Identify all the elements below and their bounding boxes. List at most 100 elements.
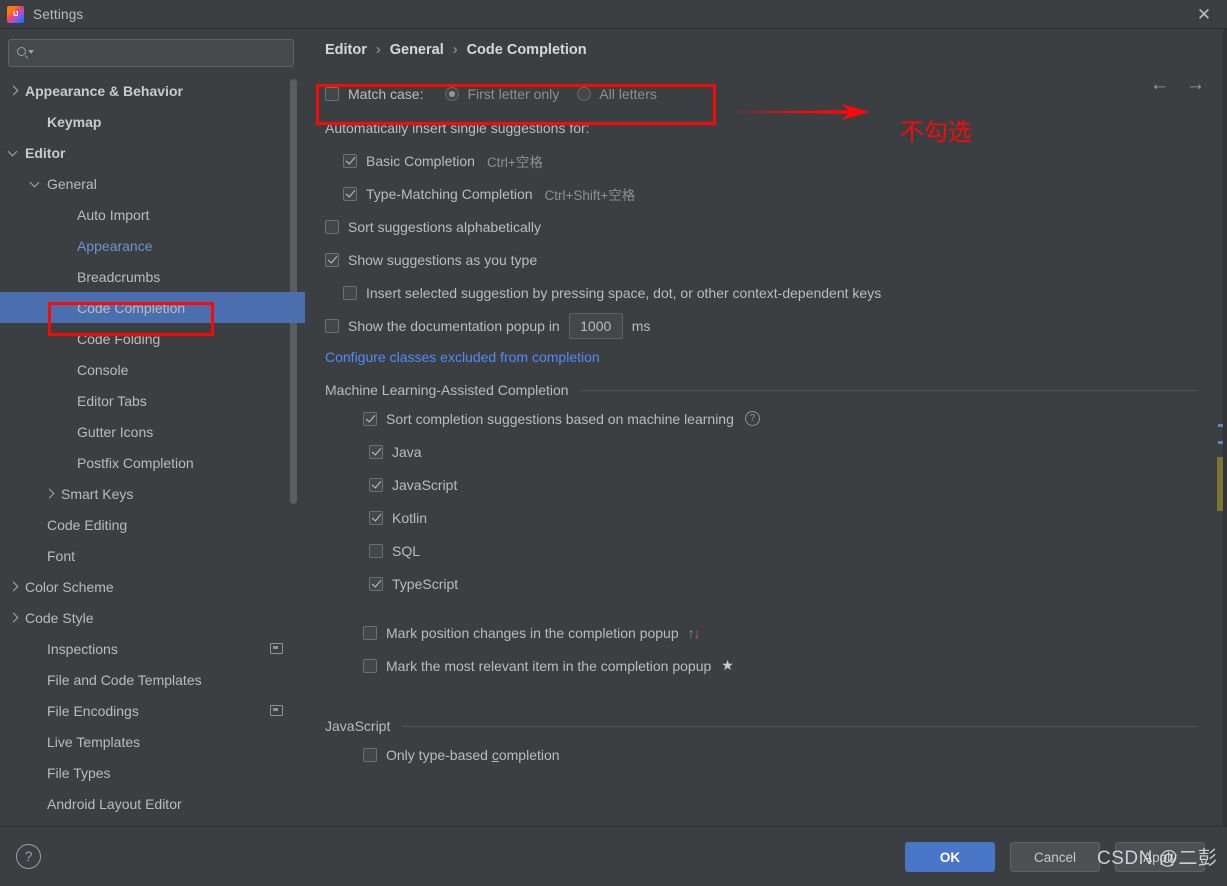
sidebar-item-file-types[interactable]: File Types: [0, 757, 305, 788]
sidebar-item-code-completion[interactable]: Code Completion: [0, 292, 305, 323]
doc-popup-label: Show the documentation popup in: [348, 317, 560, 334]
sidebar-item-appearance-behavior[interactable]: Appearance & Behavior: [0, 75, 305, 106]
sidebar-item-console[interactable]: Console: [0, 354, 305, 385]
chevron-down-icon[interactable]: [8, 147, 19, 158]
search-icon: [17, 46, 34, 60]
sidebar-item-live-templates[interactable]: Live Templates: [0, 726, 305, 757]
sidebar-item-label: Inspections: [47, 640, 118, 657]
sidebar-item-appearance[interactable]: Appearance: [0, 230, 305, 261]
ml-sort-checkbox[interactable]: [363, 411, 377, 426]
sidebar-item-code-folding[interactable]: Code Folding: [0, 323, 305, 354]
help-circle-icon[interactable]: ?: [744, 411, 760, 426]
sidebar-item-label: Live Templates: [47, 733, 141, 750]
chevron-right-icon[interactable]: [8, 85, 19, 96]
sidebar-item-general[interactable]: General: [0, 168, 305, 199]
sort-alphabetically-checkbox[interactable]: [325, 219, 339, 234]
doc-popup-checkbox[interactable]: [325, 318, 339, 333]
sidebar-item-gutter-icons[interactable]: Gutter Icons: [0, 416, 305, 447]
chevron-down-icon[interactable]: [30, 178, 41, 189]
only-type-based-checkbox[interactable]: [363, 747, 377, 762]
dialog-footer: ? OK Cancel Apply: [0, 826, 1227, 886]
sidebar-item-label: Code Style: [25, 609, 94, 626]
chevron-right-icon[interactable]: [8, 612, 19, 623]
radio-first-letter-only[interactable]: [445, 87, 460, 101]
chevron-right-icon[interactable]: [44, 488, 55, 499]
ml-sort-row: Sort completion suggestions based on mac…: [325, 402, 1227, 435]
ml-language-checkbox-java[interactable]: [369, 444, 383, 459]
annotation-arrow: [730, 104, 870, 120]
ml-language-checkbox-sql[interactable]: [369, 543, 383, 558]
ml-language-checkbox-javascript[interactable]: [369, 477, 383, 492]
javascript-section-title: JavaScript: [325, 718, 391, 734]
sidebar-item-breadcrumbs[interactable]: Breadcrumbs: [0, 261, 305, 292]
search-box[interactable]: [8, 39, 294, 67]
radio-all-letters-label: All letters: [599, 86, 657, 102]
cancel-button[interactable]: Cancel: [1010, 842, 1100, 872]
sidebar-item-editor[interactable]: Editor: [0, 137, 305, 168]
basic-completion-label: Basic Completion: [366, 152, 475, 169]
show-as-you-type-checkbox[interactable]: [325, 252, 339, 267]
content-scrollbar-track[interactable]: [1223, 29, 1227, 826]
marker-blue-2: [1218, 441, 1223, 444]
sidebar-item-label: File Encodings: [47, 702, 139, 719]
insert-selected-checkbox[interactable]: [343, 285, 357, 300]
sidebar-item-code-style[interactable]: Code Style: [0, 602, 305, 633]
project-scope-icon: [270, 643, 283, 654]
sidebar-item-code-editing[interactable]: Code Editing: [0, 509, 305, 540]
only-type-based-label: Only type-based completion: [386, 746, 560, 763]
radio-all-letters[interactable]: [577, 87, 592, 101]
mark-position-checkbox[interactable]: [363, 625, 377, 640]
ml-section-header: Machine Learning-Assisted Completion: [325, 382, 1227, 398]
sidebar-item-label: File and Code Templates: [47, 671, 202, 688]
ml-language-checkbox-typescript[interactable]: [369, 576, 383, 591]
help-button[interactable]: ?: [16, 844, 41, 869]
ok-button[interactable]: OK: [905, 842, 995, 872]
type-matching-completion-checkbox[interactable]: [343, 186, 357, 201]
search-area: [0, 29, 305, 67]
star-icon: ★: [721, 657, 734, 673]
chevron-right-icon[interactable]: [8, 581, 19, 592]
sidebar-item-smart-keys[interactable]: Smart Keys: [0, 478, 305, 509]
sidebar-item-label: Console: [77, 361, 129, 378]
doc-popup-delay-input[interactable]: 1000: [568, 312, 623, 339]
marker-olive: [1217, 457, 1223, 511]
ml-language-checkbox-kotlin[interactable]: [369, 510, 383, 525]
mark-position-row: Mark position changes in the completion …: [325, 616, 1227, 649]
javascript-section-header: JavaScript: [325, 718, 1227, 734]
content-marker-strip[interactable]: [1214, 29, 1227, 826]
mark-relevant-label: Mark the most relevant item in the compl…: [386, 657, 712, 674]
sidebar-item-postfix-completion[interactable]: Postfix Completion: [0, 447, 305, 478]
close-icon[interactable]: ✕: [1181, 0, 1227, 28]
sidebar-item-keymap[interactable]: Keymap: [0, 106, 305, 137]
auto-insert-header-label: Automatically insert single suggestions …: [325, 119, 590, 136]
sidebar-item-inspections[interactable]: Inspections: [0, 633, 305, 664]
basic-completion-checkbox[interactable]: [343, 153, 357, 168]
sidebar-item-label: Keymap: [47, 113, 102, 130]
ml-language-row: JavaScript: [325, 468, 1227, 501]
sidebar-item-label: Smart Keys: [61, 485, 134, 502]
sort-alphabetically-row: Sort suggestions alphabetically: [325, 210, 1227, 243]
match-case-checkbox[interactable]: [325, 87, 339, 101]
sidebar-item-android-layout-editor[interactable]: Android Layout Editor: [0, 788, 305, 815]
breadcrumb-middle[interactable]: General: [390, 42, 444, 58]
sidebar-item-color-scheme[interactable]: Color Scheme: [0, 571, 305, 602]
breadcrumb-root[interactable]: Editor: [325, 42, 367, 58]
configure-excluded-classes-link[interactable]: Configure classes excluded from completi…: [325, 349, 600, 365]
insert-selected-label: Insert selected suggestion by pressing s…: [366, 284, 882, 301]
sidebar-item-label: Postfix Completion: [77, 454, 194, 471]
position-change-arrows-icon: ↑↓: [687, 624, 701, 641]
search-input[interactable]: [31, 45, 293, 61]
ml-language-label: SQL: [392, 542, 421, 559]
mark-relevant-checkbox[interactable]: [363, 658, 377, 673]
sidebar-item-font[interactable]: Font: [0, 540, 305, 571]
sidebar-item-editor-tabs[interactable]: Editor Tabs: [0, 385, 305, 416]
sidebar-item-file-encodings[interactable]: File Encodings: [0, 695, 305, 726]
sidebar-item-file-and-code-templates[interactable]: File and Code Templates: [0, 664, 305, 695]
sidebar-item-auto-import[interactable]: Auto Import: [0, 199, 305, 230]
sidebar-item-label: Gutter Icons: [77, 423, 154, 440]
